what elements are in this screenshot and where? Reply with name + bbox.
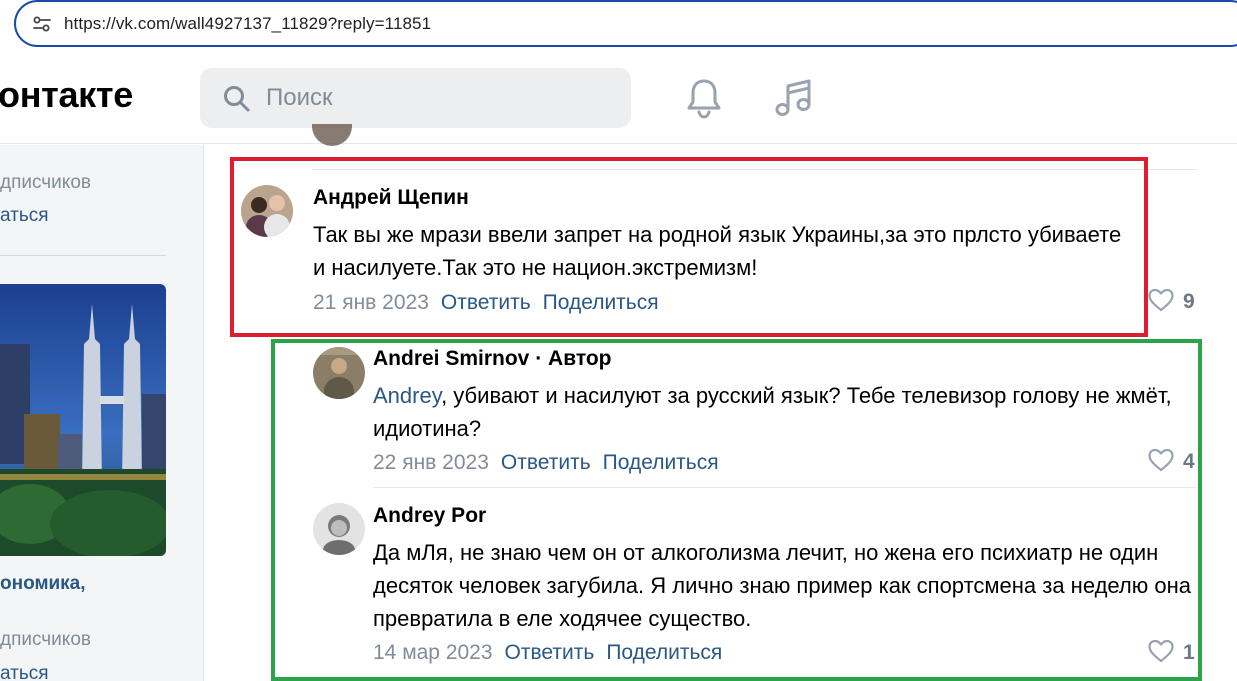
search-input[interactable] [266,82,606,114]
group-title[interactable]: ономика, [0,573,86,595]
vk-logo-text[interactable]: онтакте [0,74,133,116]
site-settings-icon[interactable] [32,14,52,34]
search-box[interactable] [200,68,631,128]
site-header: онтакте [0,50,1237,144]
highlight-box-green [271,339,1202,681]
like-count: 9 [1183,290,1195,313]
music-icon[interactable] [772,76,814,120]
group-cover-photo[interactable] [0,284,166,556]
group-subscribers-count: дписчиков [0,172,91,193]
search-icon [222,84,252,114]
group-subscribe-link-2[interactable]: аться [0,663,49,681]
address-bar[interactable]: https://vk.com/wall4927137_11829?reply=1… [14,0,1237,47]
highlight-box-red [230,157,1148,337]
group-subscribers-count-2: дписчиков [0,629,91,650]
url-text[interactable]: https://vk.com/wall4927137_11829?reply=1… [64,14,431,34]
like-button[interactable]: 9 [1147,288,1195,317]
browser-viewport: https://vk.com/wall4927137_11829?reply=1… [0,0,1237,681]
sidebar-divider [0,255,166,256]
left-sidebar: дписчиков аться ономика, дписчиков аться [0,145,204,681]
heart-icon [1147,288,1175,317]
notifications-bell-icon[interactable] [684,76,724,120]
group-subscribe-link[interactable]: аться [0,205,49,227]
